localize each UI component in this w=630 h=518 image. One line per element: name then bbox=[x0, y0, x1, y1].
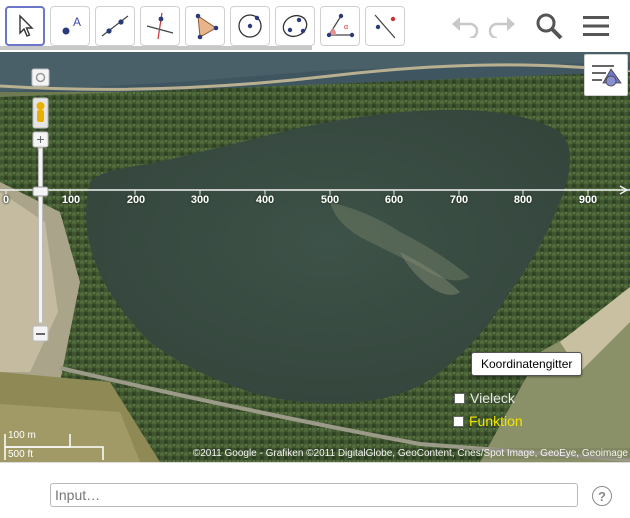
scale-metric-label: 100 m bbox=[8, 430, 36, 441]
geogebra-app: A α 0 100 200 300 400 500 600 700 800 90… bbox=[0, 0, 630, 518]
x-tick-label: 800 bbox=[513, 194, 533, 206]
x-axis bbox=[0, 185, 630, 195]
x-tick-label: 700 bbox=[449, 194, 469, 206]
line-tool-button[interactable] bbox=[95, 6, 135, 46]
menu-icon bbox=[583, 16, 609, 36]
toolbar-scroll-indicator bbox=[0, 46, 312, 50]
polygon-tool-button[interactable] bbox=[185, 6, 225, 46]
x-tick-label: 100 bbox=[61, 194, 81, 206]
cursor-arrow-icon bbox=[19, 14, 34, 37]
checkbox-label: Funktion bbox=[469, 413, 523, 429]
x-tick-label: 300 bbox=[190, 194, 210, 206]
redo-icon bbox=[488, 17, 515, 38]
toolbar: A α bbox=[0, 0, 630, 52]
graphics-view[interactable]: 0 100 200 300 400 500 600 700 800 900 + bbox=[0, 52, 630, 462]
circle-center-point-icon bbox=[238, 14, 262, 38]
perpendicular-line-tool-button[interactable] bbox=[140, 6, 180, 46]
graphics-style-icon bbox=[592, 65, 622, 87]
undo-button[interactable] bbox=[447, 10, 483, 42]
search-icon bbox=[536, 13, 563, 40]
pegman-icon bbox=[36, 102, 45, 110]
scale-imperial-label: 500 ft bbox=[8, 449, 34, 460]
checkbox-box[interactable] bbox=[453, 415, 464, 427]
point-icon: A bbox=[62, 15, 81, 35]
help-icon: ? bbox=[598, 488, 606, 504]
point-tool-button[interactable]: A bbox=[50, 6, 90, 46]
checkbox-function[interactable]: Funktion bbox=[453, 413, 523, 429]
angle-tool-button[interactable]: α bbox=[320, 6, 360, 46]
x-tick-label: 200 bbox=[126, 194, 146, 206]
checkbox-label: Vieleck bbox=[470, 390, 515, 406]
input-bar: ? bbox=[0, 462, 630, 518]
coordinate-grid-button[interactable]: Koordinatengitter bbox=[471, 352, 583, 376]
svg-text:α: α bbox=[344, 24, 348, 31]
x-tick-label: 600 bbox=[384, 194, 404, 206]
line-through-points-icon bbox=[101, 15, 129, 37]
perpendicular-line-icon bbox=[146, 12, 174, 40]
main-menu-button[interactable] bbox=[578, 10, 614, 42]
pan-control-icon bbox=[31, 68, 50, 87]
input-help-button[interactable]: ? bbox=[592, 486, 612, 506]
x-tick-label: 500 bbox=[320, 194, 340, 206]
reflect-tool-button[interactable] bbox=[365, 6, 405, 46]
checkbox-box[interactable] bbox=[454, 392, 465, 404]
move-tool-button[interactable] bbox=[5, 6, 45, 46]
redo-button[interactable] bbox=[484, 10, 520, 42]
conic-tool-button[interactable] bbox=[275, 6, 315, 46]
ellipse-icon bbox=[282, 14, 308, 38]
reflect-about-line-icon bbox=[374, 14, 396, 39]
x-tick-label: 0 bbox=[2, 194, 10, 206]
style-bar-toggle-button[interactable] bbox=[584, 54, 628, 96]
svg-text:+: + bbox=[36, 131, 44, 147]
circle-tool-button[interactable] bbox=[230, 6, 270, 46]
x-tick-label: 900 bbox=[578, 194, 598, 206]
polygon-icon bbox=[195, 13, 219, 40]
map-attribution: ©2011 Google - Grafiken ©2011 DigitalGlo… bbox=[190, 448, 630, 459]
undo-icon bbox=[452, 17, 479, 38]
angle-icon: α bbox=[326, 13, 355, 38]
search-button[interactable] bbox=[531, 10, 567, 42]
map-zoom-control: + bbox=[30, 68, 52, 348]
checkbox-polygon[interactable]: Vieleck bbox=[454, 390, 515, 406]
svg-text:A: A bbox=[73, 15, 81, 29]
x-tick-label: 400 bbox=[255, 194, 275, 206]
algebra-input-field[interactable] bbox=[50, 483, 578, 507]
